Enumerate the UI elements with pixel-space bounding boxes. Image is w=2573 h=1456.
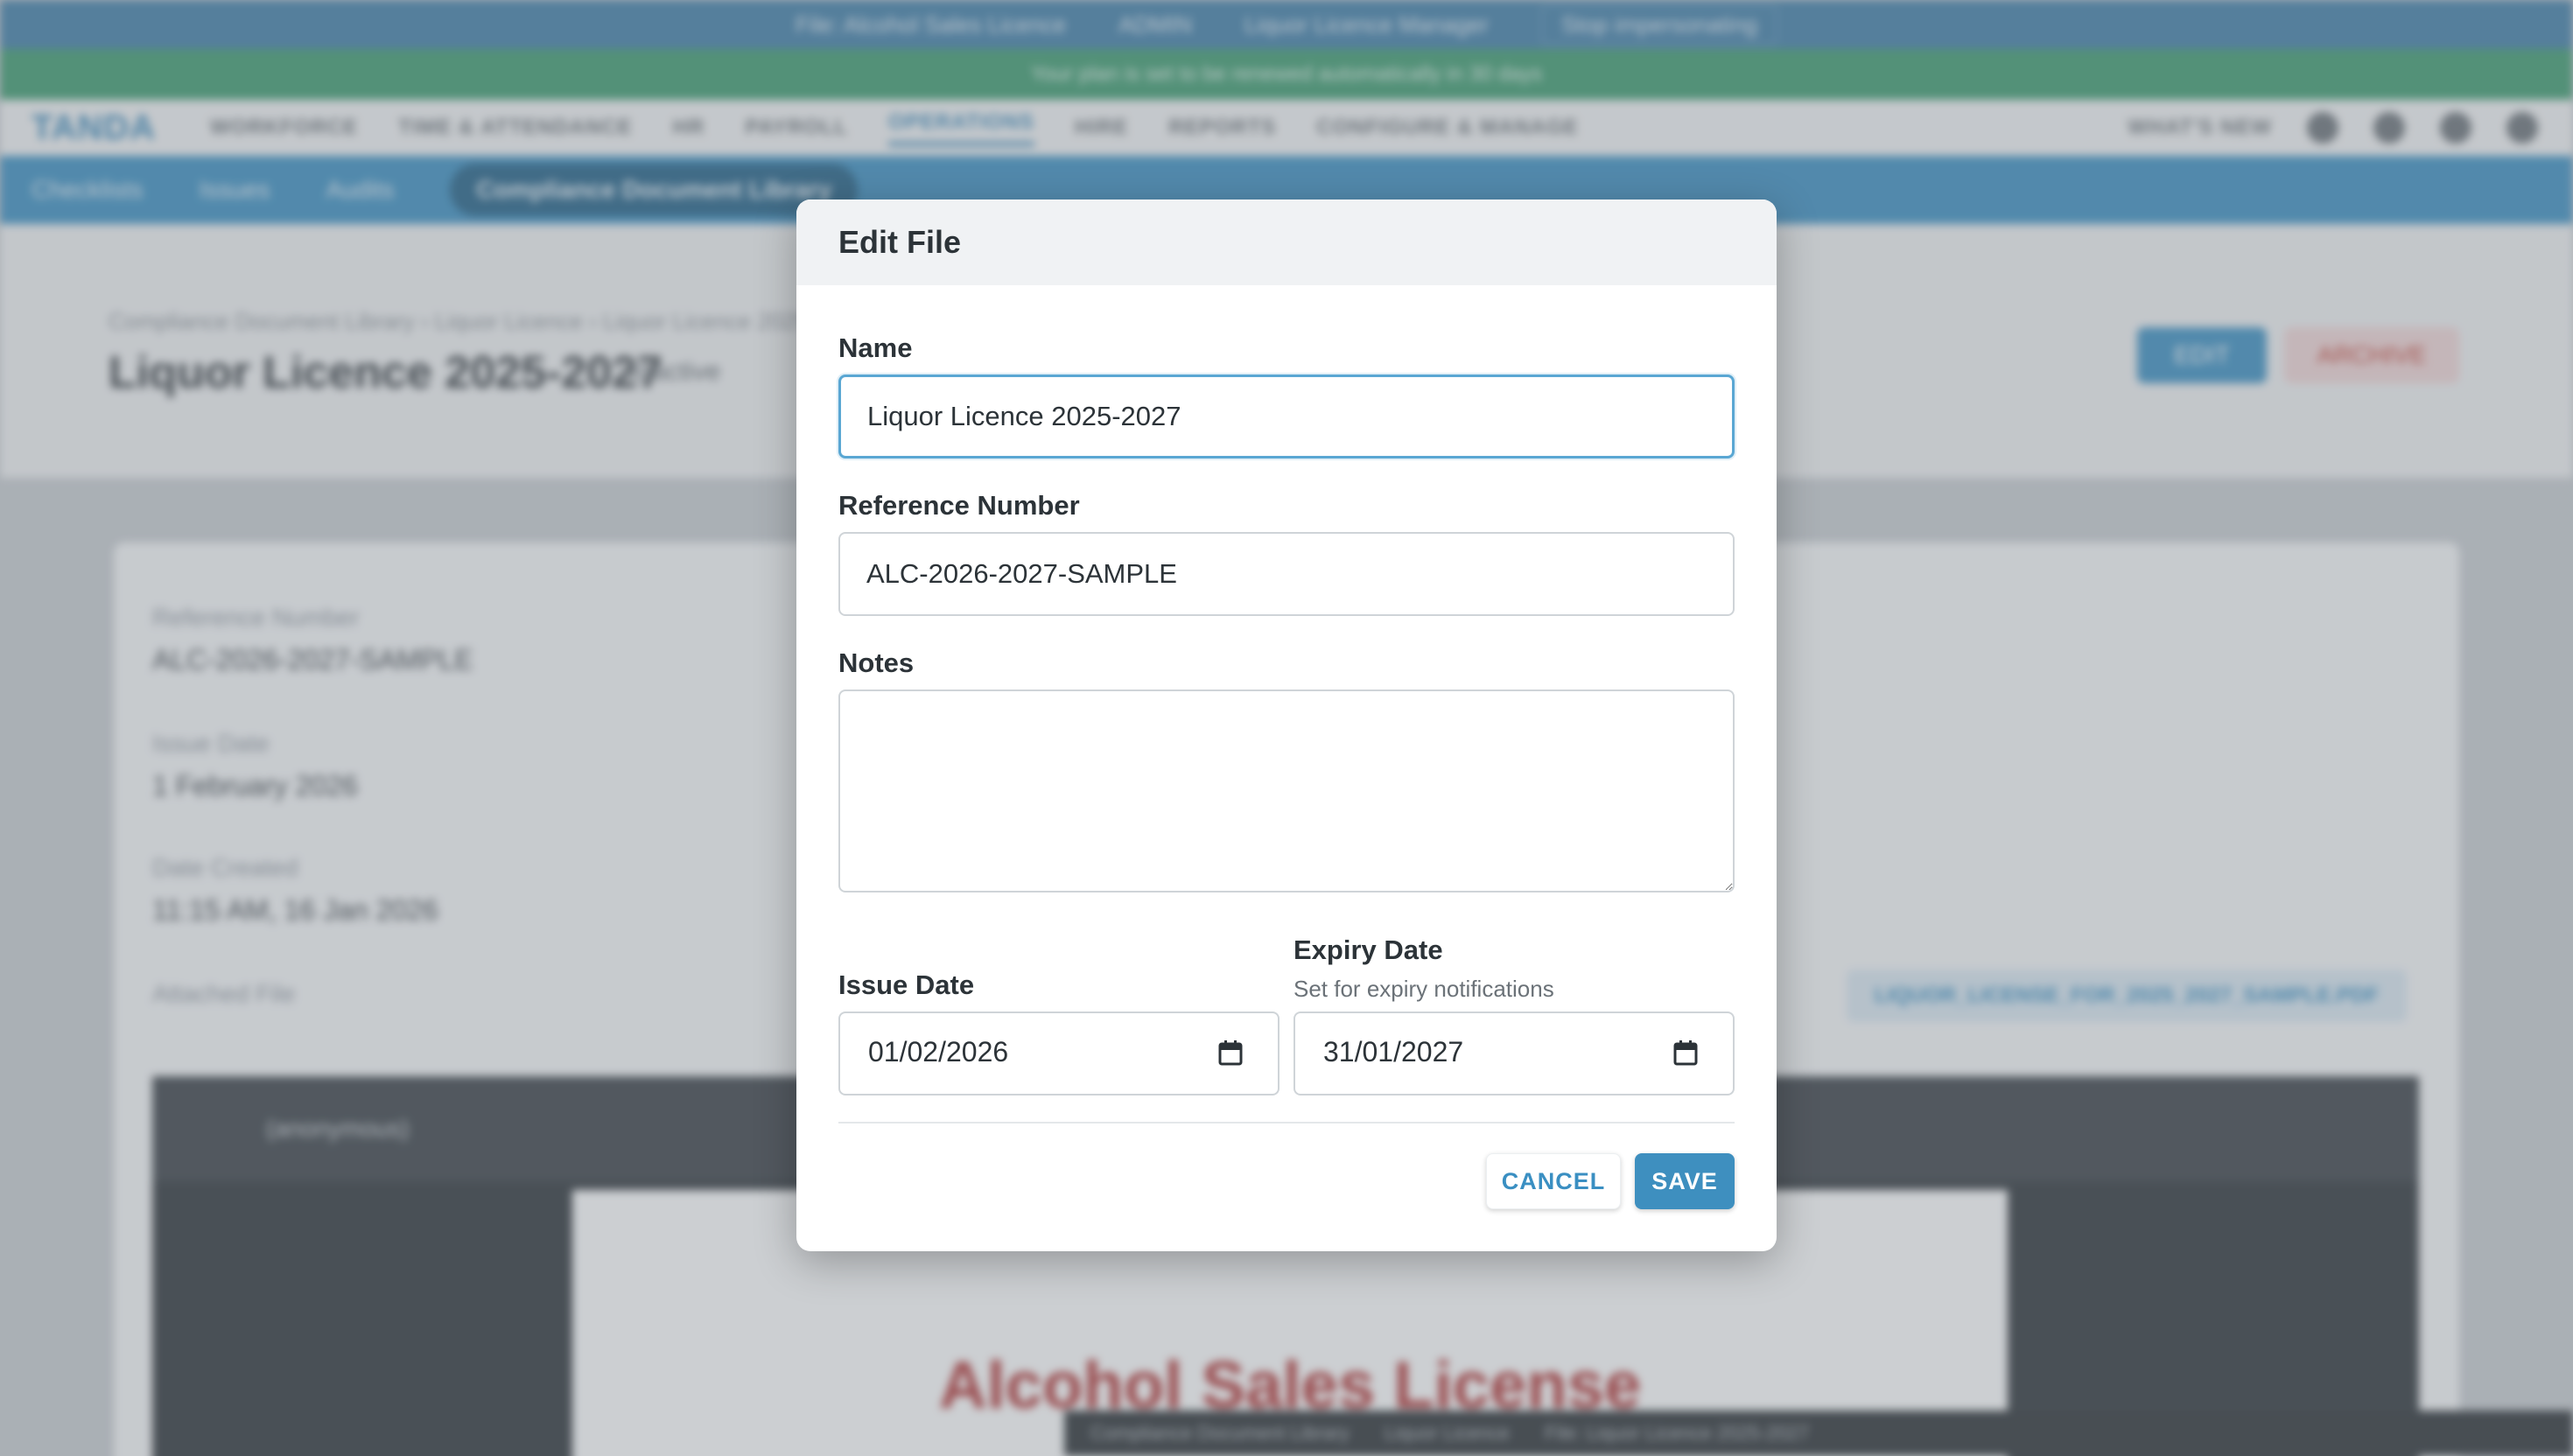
dialog-header: Edit File: [796, 200, 1777, 285]
edit-file-dialog: Edit File Name Reference Number Notes Is…: [796, 200, 1777, 1251]
reference-number-label: Reference Number: [838, 490, 1080, 521]
calendar-icon[interactable]: [1673, 1040, 1698, 1066]
expiry-date-input[interactable]: 31/01/2027: [1294, 1012, 1735, 1096]
cancel-button[interactable]: CANCEL: [1486, 1153, 1621, 1209]
reference-number-input[interactable]: [838, 532, 1735, 616]
save-button[interactable]: SAVE: [1635, 1153, 1735, 1209]
dialog-title: Edit File: [838, 224, 962, 260]
notes-label: Notes: [838, 648, 915, 678]
dialog-divider: [838, 1122, 1735, 1124]
expiry-date-hint: Set for expiry notifications: [1294, 976, 1554, 1002]
calendar-icon[interactable]: [1218, 1040, 1243, 1066]
issue-date-input[interactable]: 01/02/2026: [838, 1012, 1279, 1096]
name-label: Name: [838, 332, 913, 363]
expiry-date-value: 31/01/2027: [1323, 1036, 1464, 1068]
notes-textarea[interactable]: [838, 690, 1735, 892]
issue-date-value: 01/02/2026: [868, 1036, 1009, 1068]
issue-date-label: Issue Date: [838, 970, 975, 1000]
expiry-date-label: Expiry Date: [1294, 934, 1443, 965]
name-input[interactable]: [838, 374, 1735, 458]
